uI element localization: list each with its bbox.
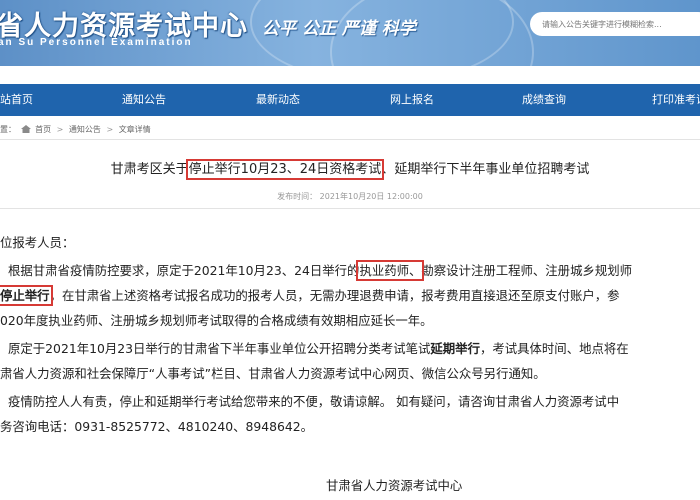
nav-item-notices[interactable]: 通知公告 bbox=[122, 84, 166, 116]
article-title: 甘肃考区关于停止举行10月23、24日资格考试、延期举行下半年事业单位招聘考试 bbox=[0, 158, 700, 180]
text: ，在甘肃省上述资格考试报名成功的报考人员，无需办理退费申请，报考费用直接退还至原… bbox=[49, 288, 620, 303]
text: ，考试具体时间、地点将在 bbox=[479, 341, 629, 356]
title-suffix: 、延期举行下半年事业单位招聘考试 bbox=[381, 162, 590, 177]
home-icon bbox=[20, 125, 31, 133]
paragraph-2-line-1: 原定于2021年10月23日举行的甘肃省下半年事业单位公开招聘分类考试笔试延期举… bbox=[8, 339, 629, 357]
salutation: 位报考人员： bbox=[0, 235, 75, 250]
paragraph-2-line-2: 肃省人力资源和社会保障厅“人事考试”栏目、甘肃省人力资源考试中心网页、微信公众号… bbox=[0, 366, 546, 381]
text: 勘察设计注册工程师、注册城乡规划师 bbox=[421, 263, 633, 278]
breadcrumb: 置： 首页 > 通知公告 > 文章详情 bbox=[0, 123, 151, 137]
nav-item-scores[interactable]: 成绩查询 bbox=[522, 84, 566, 116]
site-logo-subtitle: an Su Personnel Examination bbox=[0, 37, 193, 48]
paragraph-1-line-3: 020年度执业药师、注册城乡规划师考试取得的合格成绩有效期相应延长一年。 bbox=[0, 313, 433, 328]
text: 根据甘肃省疫情防控要求，原定于2021年10月23、24日举行的 bbox=[8, 263, 360, 278]
text: 原定于2021年10月23日举行的甘肃省下半年事业单位公开招聘分类考试笔试 bbox=[8, 341, 431, 356]
main-nav: 站首页 通知公告 最新动态 网上报名 成绩查询 打印准考证 bbox=[0, 84, 700, 116]
breadcrumb-current: 文章详情 bbox=[118, 125, 151, 134]
nav-item-admission-ticket[interactable]: 打印准考证 bbox=[652, 84, 700, 116]
bold-text: 停止举行 bbox=[0, 288, 50, 303]
title-highlight: 停止举行10月23、24日资格考试 bbox=[185, 159, 385, 180]
highlight-box: 停止举行 bbox=[0, 285, 53, 306]
paragraph-3-line-2: 务咨询电话：0931-8525772、4810240、8948642。 bbox=[0, 419, 314, 434]
signature: 甘肃省人力资源考试中心 bbox=[326, 478, 463, 493]
divider bbox=[0, 208, 700, 209]
breadcrumb-prefix: 置： bbox=[0, 125, 16, 134]
paragraph-1-line-1: 根据甘肃省疫情防控要求，原定于2021年10月23、24日举行的执业药师、勘察设… bbox=[8, 260, 633, 281]
publish-time: 发布时间： 2021年10月20日 12:00:00 bbox=[277, 192, 423, 201]
breadcrumb-separator: > bbox=[106, 125, 114, 134]
header-banner: 省人力资源考试中心 an Su Personnel Examination 公平… bbox=[0, 0, 700, 66]
nav-item-registration[interactable]: 网上报名 bbox=[390, 84, 434, 116]
search-input[interactable] bbox=[542, 12, 682, 37]
search-box[interactable] bbox=[530, 12, 700, 37]
breadcrumb-separator: > bbox=[56, 125, 64, 134]
breadcrumb-home[interactable]: 首页 bbox=[35, 125, 51, 134]
nav-item-news[interactable]: 最新动态 bbox=[256, 84, 300, 116]
nav-item-home[interactable]: 站首页 bbox=[0, 84, 33, 116]
paragraph-1-line-2: 停止举行，在甘肃省上述资格考试报名成功的报考人员，无需办理退费申请，报考费用直接… bbox=[0, 285, 620, 306]
breadcrumb-notices[interactable]: 通知公告 bbox=[69, 125, 101, 134]
divider bbox=[0, 139, 700, 140]
site-slogan: 公平 公正 严谨 科学 bbox=[262, 19, 416, 39]
paragraph-3-line-1: 疫情防控人人有责，停止和延期举行考试给您带来的不便，敬请谅解。 如有疑问，请咨询… bbox=[8, 394, 620, 409]
title-prefix: 甘肃考区关于 bbox=[110, 162, 189, 177]
bold-text: 延期举行 bbox=[430, 341, 480, 356]
highlight-box: 执业药师、 bbox=[356, 260, 425, 281]
